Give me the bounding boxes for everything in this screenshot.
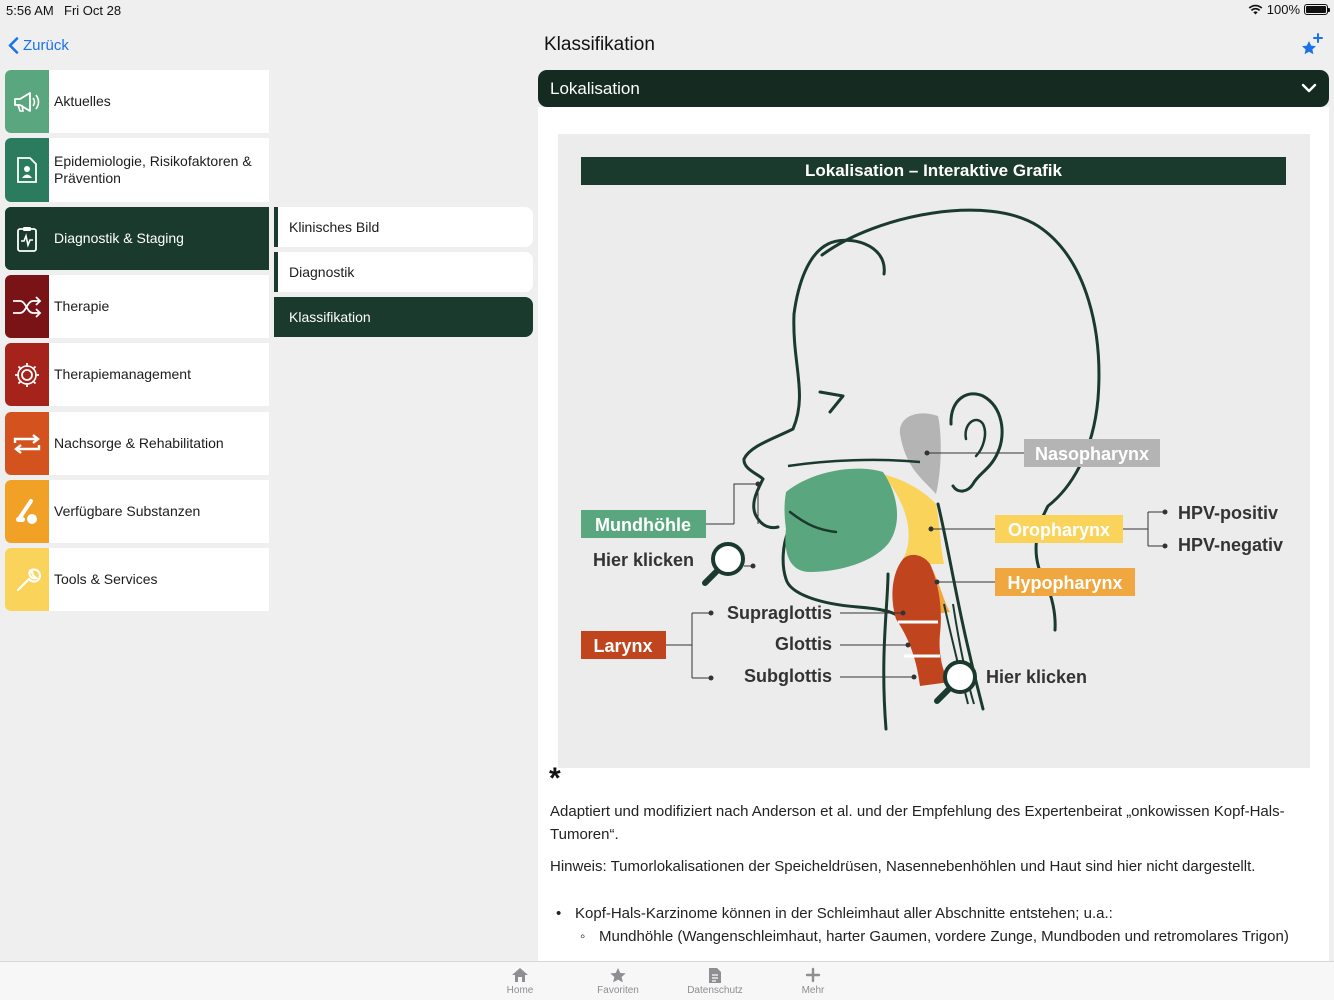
sidebar-item-label: Diagnostik & Staging [54, 230, 184, 246]
back-label: Zurück [23, 36, 69, 54]
status-date: Fri Oct 28 [64, 3, 122, 18]
accordion-title: Lokalisation [550, 78, 640, 98]
accordion-lokalisation[interactable]: Lokalisation [538, 70, 1329, 107]
sidebar-item-substanzen[interactable]: Verfügbare Substanzen [5, 480, 269, 543]
tab-datenschutz[interactable]: Datenschutz [675, 965, 755, 996]
hpv-positive-label: HPV-positiv [1178, 503, 1278, 523]
clipboard-pulse-icon [5, 207, 49, 270]
sidebar-item-therapiemanagement[interactable]: Therapiemanagement [5, 343, 269, 406]
submenu-item-diagnostik[interactable]: Diagnostik [274, 252, 533, 292]
click-hint-right[interactable]: Hier klicken [986, 667, 1087, 687]
content-panel: Mundhöhle Hier klicken Nasopharynx Oroph… [538, 107, 1329, 961]
supraglottis-label: Supraglottis [727, 603, 832, 623]
sidebar-item-label: Verfügbare Substanzen [54, 503, 201, 519]
tab-label: Home [506, 985, 534, 996]
shuffle-icon [5, 275, 49, 338]
glottis-label: Glottis [775, 634, 832, 654]
status-bar: 5:56 AM Fri Oct 28 100% [0, 0, 1334, 20]
tab-label: Mehr [801, 985, 825, 996]
bullet-text-1: Kopf-Hals-Karzinome können in der Schlei… [575, 905, 1113, 922]
battery-icon [1304, 4, 1330, 15]
subglottis-label: Subglottis [744, 666, 832, 686]
oropharynx-label[interactable]: Oropharynx [1008, 520, 1110, 540]
region-larynx [892, 554, 950, 686]
tab-label: Datenschutz [687, 985, 743, 996]
tab-bar: Home Favoriten Datenschutz Mehr [0, 961, 1334, 1000]
back-button[interactable]: Zurück [8, 34, 69, 56]
ear-outline [949, 392, 1004, 493]
source-note: Adaptiert und modifiziert nach Anderson … [550, 803, 1285, 843]
sidebar-item-epidemiologie[interactable]: Epidemiologie, Risikofaktoren & Präventi… [5, 138, 269, 202]
wrench-icon [5, 548, 49, 611]
status-time: 5:56 AM [6, 3, 54, 18]
magnifier-left-icon[interactable] [702, 542, 756, 586]
submenu-item-klassifikation[interactable]: Klassifikation [274, 297, 533, 337]
interactive-figure: Mundhöhle Hier klicken Nasopharynx Oroph… [558, 134, 1310, 768]
click-hint-left[interactable]: Hier klicken [593, 550, 694, 570]
sidebar-item-nachsorge[interactable]: Nachsorge & Rehabilitation [5, 412, 269, 475]
nasopharynx-label[interactable]: Nasopharynx [1035, 444, 1149, 464]
hypopharynx-label[interactable]: Hypopharynx [1007, 573, 1122, 593]
document-person-icon [5, 138, 49, 202]
sidebar-item-label: Therapie [54, 298, 110, 314]
mundhoehle-label[interactable]: Mundhöhle [595, 515, 691, 535]
sidebar-item-therapie[interactable]: Therapie [5, 275, 269, 338]
larynx-label[interactable]: Larynx [593, 636, 652, 656]
repeat-icon [5, 412, 49, 475]
add-favorite-icon[interactable] [1298, 32, 1324, 58]
tab-label: Favoriten [597, 985, 639, 996]
submenu-item-klinisches-bild[interactable]: Klinisches Bild [274, 207, 533, 247]
sidebar-item-tools[interactable]: Tools & Services [5, 548, 269, 611]
sidebar-item-aktuelles[interactable]: Aktuelles [5, 70, 269, 133]
bullet-dot: • [556, 905, 562, 922]
tab-mehr[interactable]: Mehr [773, 965, 853, 996]
chevron-down-icon [1301, 83, 1317, 93]
tab-favoriten[interactable]: Favoriten [578, 965, 658, 996]
hint-note: Hinweis: Tumorlokalisationen der Speiche… [550, 858, 1256, 875]
sidebar-item-label: Nachsorge & Rehabilitation [54, 435, 224, 451]
region-nasopharynx [899, 413, 941, 494]
sidebar-item-label: Epidemiologie, Risikofaktoren & Präventi… [54, 153, 252, 186]
figure-title: Lokalisation – Interaktive Grafik [581, 157, 1286, 185]
bullet-text-2: Mundhöhle (Wangenschleimhaut, harter Gau… [599, 928, 1289, 945]
hpv-negative-label: HPV-negativ [1178, 535, 1283, 555]
gear-icon [5, 343, 49, 406]
sidebar-item-diagnostik-staging[interactable]: Diagnostik & Staging [5, 207, 269, 270]
chevron-left-icon [8, 36, 19, 54]
sub-bullet-circle: ◦ [580, 928, 586, 945]
sidebar-item-label: Therapiemanagement [54, 366, 191, 382]
star-icon [609, 965, 627, 985]
document-icon [708, 965, 722, 985]
page-title: Klassifikation [544, 34, 655, 55]
tab-home[interactable]: Home [480, 965, 560, 996]
megaphone-icon [5, 70, 49, 133]
footnote-asterisk: * [549, 762, 561, 795]
pills-icon [5, 480, 49, 543]
sidebar-item-label: Tools & Services [54, 571, 158, 587]
wifi-icon [1248, 4, 1263, 15]
sidebar-item-label: Aktuelles [54, 93, 111, 109]
house-icon [511, 965, 529, 985]
battery-percent: 100% [1266, 2, 1300, 17]
anatomy-diagram: Mundhöhle Hier klicken Nasopharynx Oroph… [581, 208, 1283, 731]
plus-icon [805, 965, 821, 985]
